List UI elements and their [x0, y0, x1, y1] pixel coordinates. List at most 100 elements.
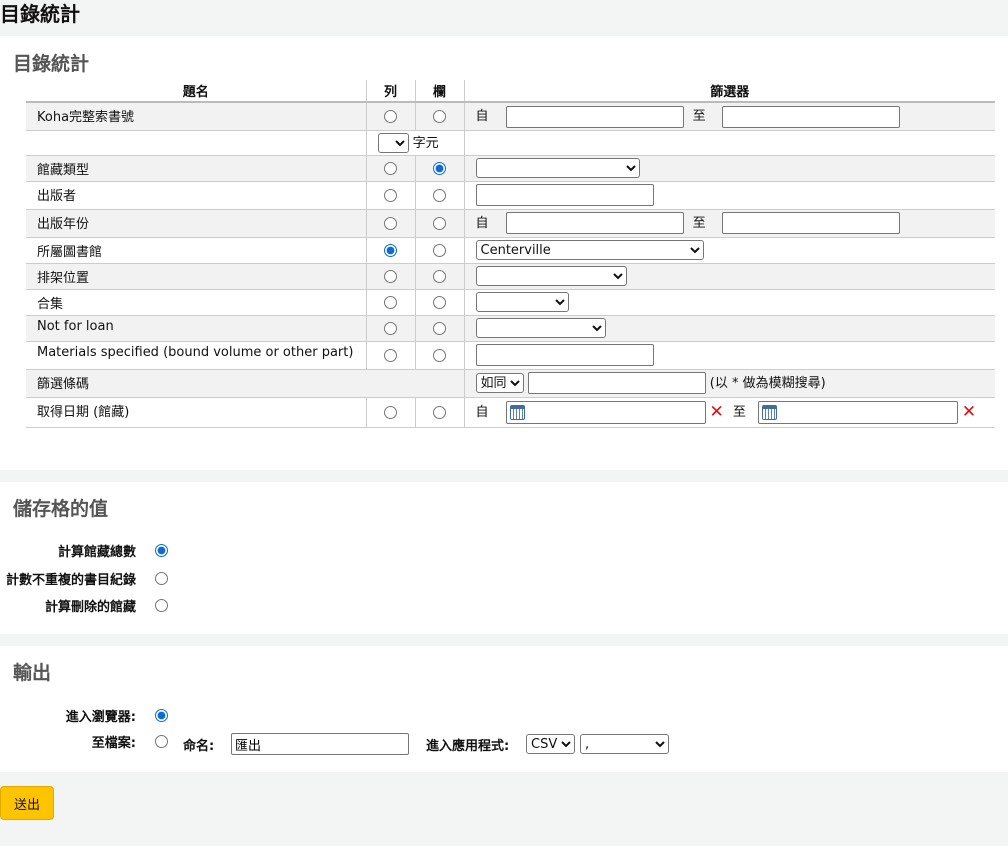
delimiter-select[interactable]: ,	[580, 734, 669, 754]
cell-value-title: 儲存格的值	[13, 498, 109, 520]
clear-date-icon[interactable]: ✕	[962, 402, 976, 422]
row-label-pubyear: 出版年份	[26, 209, 366, 238]
table-row: 出版年份 自 至	[26, 209, 995, 238]
count-biblios-radio[interactable]	[155, 571, 168, 585]
count-biblios-label: 計數不重複的書目紀錄	[5, 572, 136, 588]
callnumber-from-input[interactable]	[505, 105, 684, 128]
row-label-homebranch: 所屬圖書館	[26, 237, 366, 264]
table-row: 出版者	[26, 181, 995, 210]
catalog-stats-title: 目錄統計	[13, 53, 90, 75]
clear-date-icon[interactable]: ✕	[710, 402, 724, 422]
table-row: Materials specified (bound volume or oth…	[26, 341, 995, 370]
header-row: 列	[365, 80, 415, 103]
row-label-publisher: 出版者	[26, 181, 366, 210]
header-title: 題名	[26, 80, 366, 103]
count-deleted-radio[interactable]	[155, 598, 168, 612]
notforloan-column-radio[interactable]	[433, 321, 446, 335]
homebranch-column-radio[interactable]	[433, 243, 446, 257]
from-label: 自	[475, 215, 489, 231]
filename-label: 命名:	[183, 738, 215, 754]
location-row-radio[interactable]	[384, 269, 397, 283]
application-label: 進入應用程式:	[426, 738, 510, 754]
row-label-notforloan: Not for loan	[26, 315, 366, 342]
filename-input[interactable]	[231, 733, 409, 755]
table-row: 篩選條碼 如同 (以 * 做為模糊搜尋)	[26, 369, 995, 398]
row-label-itemtype: 館藏類型	[26, 155, 366, 182]
char-label: 字元	[412, 135, 439, 151]
from-label: 自	[475, 404, 489, 420]
output-title: 輸出	[13, 662, 52, 684]
stats-table: 題名 列 欄 篩選器 Koha完整索書號 自 至 字元 館藏類型 出版者 出版年…	[26, 80, 995, 428]
to-label: 至	[732, 404, 746, 420]
to-label: 至	[692, 215, 706, 231]
materials-column-radio[interactable]	[433, 348, 446, 362]
notforloan-row-radio[interactable]	[384, 321, 397, 335]
ccode-row-radio[interactable]	[384, 295, 397, 309]
cell-option-row: 計算館藏總數	[0, 540, 168, 560]
table-row: 排架位置	[26, 263, 995, 290]
pubyear-to-input[interactable]	[721, 212, 900, 235]
header-column: 欄	[414, 80, 464, 103]
callnumber-row-radio[interactable]	[384, 109, 397, 123]
notforloan-select[interactable]	[475, 318, 606, 338]
callnumber-length-select[interactable]	[377, 133, 409, 154]
barcode-input[interactable]	[527, 372, 706, 395]
table-row: 合集	[26, 289, 995, 316]
catalog-stats-panel: 目錄統計 題名 列 欄 篩選器 Koha完整索書號 自 至 字元 館藏類型 出版…	[0, 36, 1008, 470]
row-label-callnumber: Koha完整索書號	[26, 102, 366, 131]
output-panel: 輸出 進入瀏覽器: 至檔案: 命名: 進入應用程式: CSV ,	[0, 646, 1008, 772]
calendar-icon[interactable]	[509, 404, 525, 420]
row-label-barcode: 篩選條碼	[26, 369, 464, 398]
table-row: Not for loan	[26, 315, 995, 342]
table-row: 字元	[26, 130, 995, 156]
submit-button[interactable]: 送出	[0, 786, 54, 820]
cell-value-panel: 儲存格的值 計算館藏總數 計數不重複的書目紀錄 計算刪除的館藏	[0, 482, 1008, 634]
output-file-row: 至檔案: 命名: 進入應用程式: CSV ,	[0, 732, 669, 756]
ccode-select[interactable]	[475, 292, 569, 312]
count-deleted-label: 計算刪除的館藏	[44, 599, 136, 615]
pubyear-from-input[interactable]	[505, 212, 684, 235]
acqdate-row-radio[interactable]	[384, 405, 397, 419]
count-items-radio[interactable]	[155, 543, 168, 557]
publisher-column-radio[interactable]	[433, 188, 446, 202]
cell-option-row: 計數不重複的書目紀錄	[0, 568, 168, 588]
publisher-row-radio[interactable]	[384, 188, 397, 202]
header-filter: 篩選器	[463, 80, 995, 103]
table-row: 館藏類型	[26, 155, 995, 182]
location-column-radio[interactable]	[433, 269, 446, 283]
homebranch-row-radio[interactable]	[384, 243, 397, 257]
acqdate-to-input[interactable]	[757, 400, 958, 424]
from-label: 自	[475, 109, 489, 124]
cell-option-row: 計算刪除的館藏	[0, 595, 168, 615]
to-browser-label: 進入瀏覽器:	[65, 709, 136, 725]
itemtype-row-radio[interactable]	[384, 161, 397, 175]
homebranch-select[interactable]: Centerville	[475, 240, 704, 260]
itemtype-column-radio[interactable]	[433, 161, 446, 175]
materials-row-radio[interactable]	[384, 348, 397, 362]
format-select[interactable]: CSV	[526, 734, 575, 754]
ccode-column-radio[interactable]	[433, 295, 446, 309]
to-label: 至	[692, 109, 706, 124]
materials-input[interactable]	[475, 344, 654, 366]
table-row: 取得日期 (館藏) 自 ✕ 至 ✕	[26, 397, 995, 428]
calendar-icon[interactable]	[761, 404, 777, 420]
to-browser-radio[interactable]	[155, 708, 168, 722]
acqdate-column-radio[interactable]	[433, 405, 446, 419]
to-file-radio[interactable]	[155, 735, 168, 748]
row-label-ccode: 合集	[26, 289, 366, 316]
barcode-operator-select[interactable]: 如同	[475, 373, 524, 394]
to-file-label: 至檔案:	[91, 736, 136, 751]
row-label-acqdate: 取得日期 (館藏)	[26, 397, 366, 428]
table-row: 所屬圖書館 Centerville	[26, 237, 995, 264]
publisher-input[interactable]	[475, 184, 654, 206]
output-browser-row: 進入瀏覽器:	[0, 705, 168, 725]
acqdate-from-input[interactable]	[505, 400, 706, 424]
pubyear-row-radio[interactable]	[384, 216, 397, 230]
row-label-materials: Materials specified (bound volume or oth…	[26, 341, 366, 370]
location-select[interactable]	[475, 266, 627, 286]
itemtype-select[interactable]	[475, 158, 640, 178]
callnumber-to-input[interactable]	[721, 105, 900, 128]
pubyear-column-radio[interactable]	[433, 216, 446, 230]
callnumber-column-radio[interactable]	[433, 109, 446, 123]
table-row: Koha完整索書號 自 至	[26, 102, 995, 131]
